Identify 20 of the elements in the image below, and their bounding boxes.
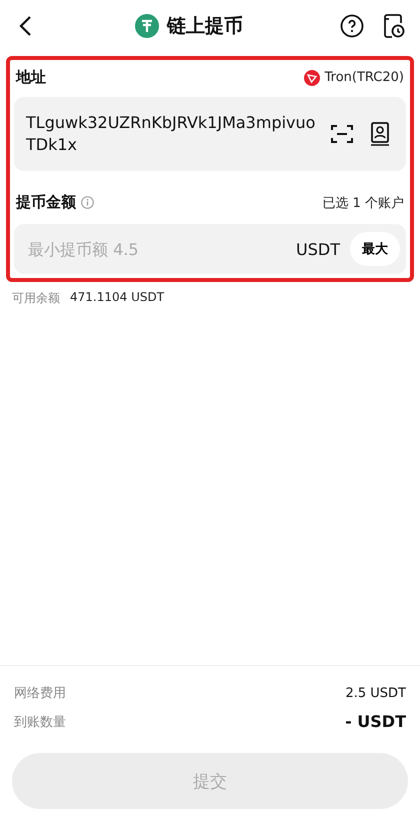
summary-value: - USDT — [345, 712, 406, 731]
address-field[interactable]: TLguwk32UZRnKbJRVk1JMa3mpivuoTDk1x — [14, 97, 406, 171]
available-value: 471.1104 USDT — [70, 290, 164, 306]
address-label: 地址 — [16, 68, 46, 87]
account-count[interactable]: 已选 1 个账户 — [322, 194, 404, 212]
max-button[interactable]: 最大 — [350, 232, 400, 266]
summary-label: 网络费用 — [14, 685, 66, 702]
network-icon — [304, 70, 320, 86]
info-icon[interactable] — [81, 196, 94, 209]
help-icon[interactable] — [338, 12, 366, 40]
network-name[interactable]: Tron(TRC20) — [324, 70, 404, 85]
unit-label: USDT — [296, 240, 340, 258]
page-title: 链上提币 — [167, 14, 243, 39]
summary-value: 2.5 USDT — [345, 686, 406, 700]
amount-label: 提币金额 — [16, 193, 76, 212]
available-label: 可用余额 — [12, 290, 60, 307]
amount-field[interactable]: 最小提币额 4.5 USDT 最大 — [14, 224, 406, 274]
coin-icon — [135, 14, 159, 38]
back-icon[interactable] — [19, 15, 33, 37]
summary-label: 到账数量 — [14, 714, 66, 730]
